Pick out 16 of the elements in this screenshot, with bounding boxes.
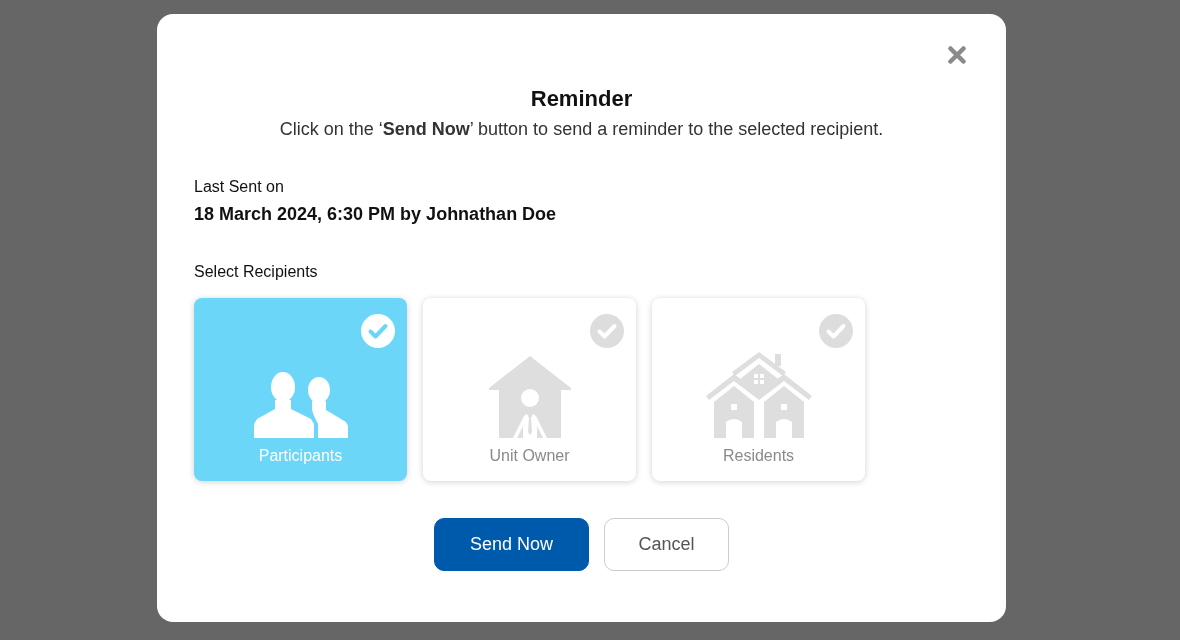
check-circle-icon [590,314,624,348]
check-circle-icon [819,314,853,348]
select-recipients-label: Select Recipients [194,262,318,282]
two-people-icon [253,372,348,438]
last-sent-value: 18 March 2024, 6:30 PM by Johnathan Doe [194,203,557,225]
recipient-card[interactable]: Residents [652,298,865,481]
houses-icon [705,352,812,438]
house-person-icon [488,356,571,438]
instruction-text: Click on the ‘Send Now’ button to send a reminder to the selected recipient. [279,118,884,141]
send-now-button[interactable]: Send Now [434,518,589,571]
cancel-button[interactable]: Cancel [604,518,729,571]
check-circle-icon [361,314,395,348]
dialog-title: Reminder [530,86,633,112]
last-sent-label: Last Sent on [194,177,284,197]
recipient-card[interactable]: Unit Owner [423,298,636,481]
close-icon [948,46,966,64]
